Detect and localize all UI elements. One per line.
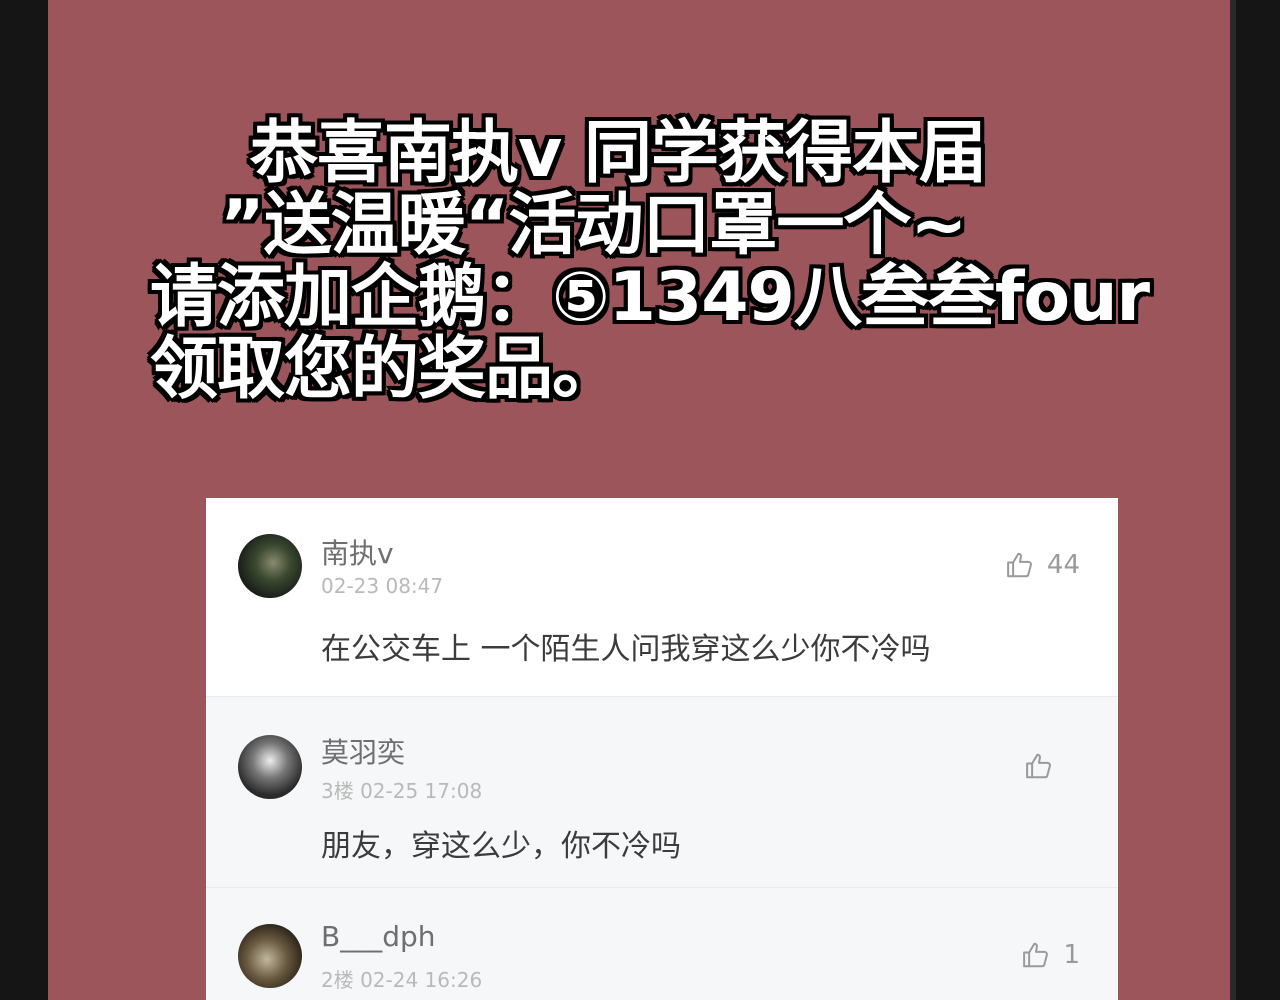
- reply-username[interactable]: 莫羽奕: [321, 731, 405, 771]
- comment-username[interactable]: 南执v: [321, 532, 394, 572]
- comment-time: 02-23 08:47: [321, 574, 444, 598]
- avatar[interactable]: [238, 924, 302, 988]
- thumbs-up-icon: [1026, 753, 1051, 779]
- reply-time: 3楼 02-25 17:08: [321, 779, 483, 803]
- comment-card: 南执v 02-23 08:47 44 在公交车上 一个陌生人问我穿这么少你不冷吗…: [206, 498, 1118, 1000]
- like-button[interactable]: 1: [1021, 940, 1080, 970]
- like-button[interactable]: 44: [1005, 550, 1080, 580]
- reply-time: 2楼 02-24 16:26: [321, 968, 483, 992]
- like-count: 1: [1063, 940, 1080, 970]
- prize-announcement: 恭喜南执v 同学获得本届 ”送温暖“活动口罩一个~ 请添加企鹅：⑤1349八叁叁…: [150, 118, 1220, 406]
- avatar[interactable]: [238, 534, 302, 598]
- like-button[interactable]: [1024, 751, 1066, 781]
- thumbs-up-icon: [1007, 552, 1032, 578]
- like-count: 44: [1046, 550, 1080, 580]
- reply-text: 朋友，穿这么少，你不冷吗: [321, 829, 681, 864]
- avatar[interactable]: [238, 735, 302, 799]
- right-border: [1230, 0, 1236, 1000]
- announcement-line-2: ”送温暖“活动口罩一个~: [220, 186, 967, 265]
- announcement-line-4: 领取您的奖品。: [150, 330, 620, 409]
- announcement-line-1: 恭喜南执v 同学获得本届: [250, 114, 987, 193]
- reply-item: B___dph 2楼 02-24 16:26 1: [206, 887, 1118, 1000]
- main-comment: 南执v 02-23 08:47 44 在公交车上 一个陌生人问我穿这么少你不冷吗: [206, 498, 1118, 696]
- reply-item: 莫羽奕 3楼 02-25 17:08 朋友，穿这么少，你不冷吗: [206, 696, 1118, 887]
- comment-text: 在公交车上 一个陌生人问我穿这么少你不冷吗: [321, 632, 931, 667]
- announcement-line-3: 请添加企鹅：⑤1349八叁叁four: [150, 258, 1150, 337]
- thumbs-up-icon: [1023, 942, 1049, 968]
- reply-username[interactable]: B___dph: [321, 920, 436, 953]
